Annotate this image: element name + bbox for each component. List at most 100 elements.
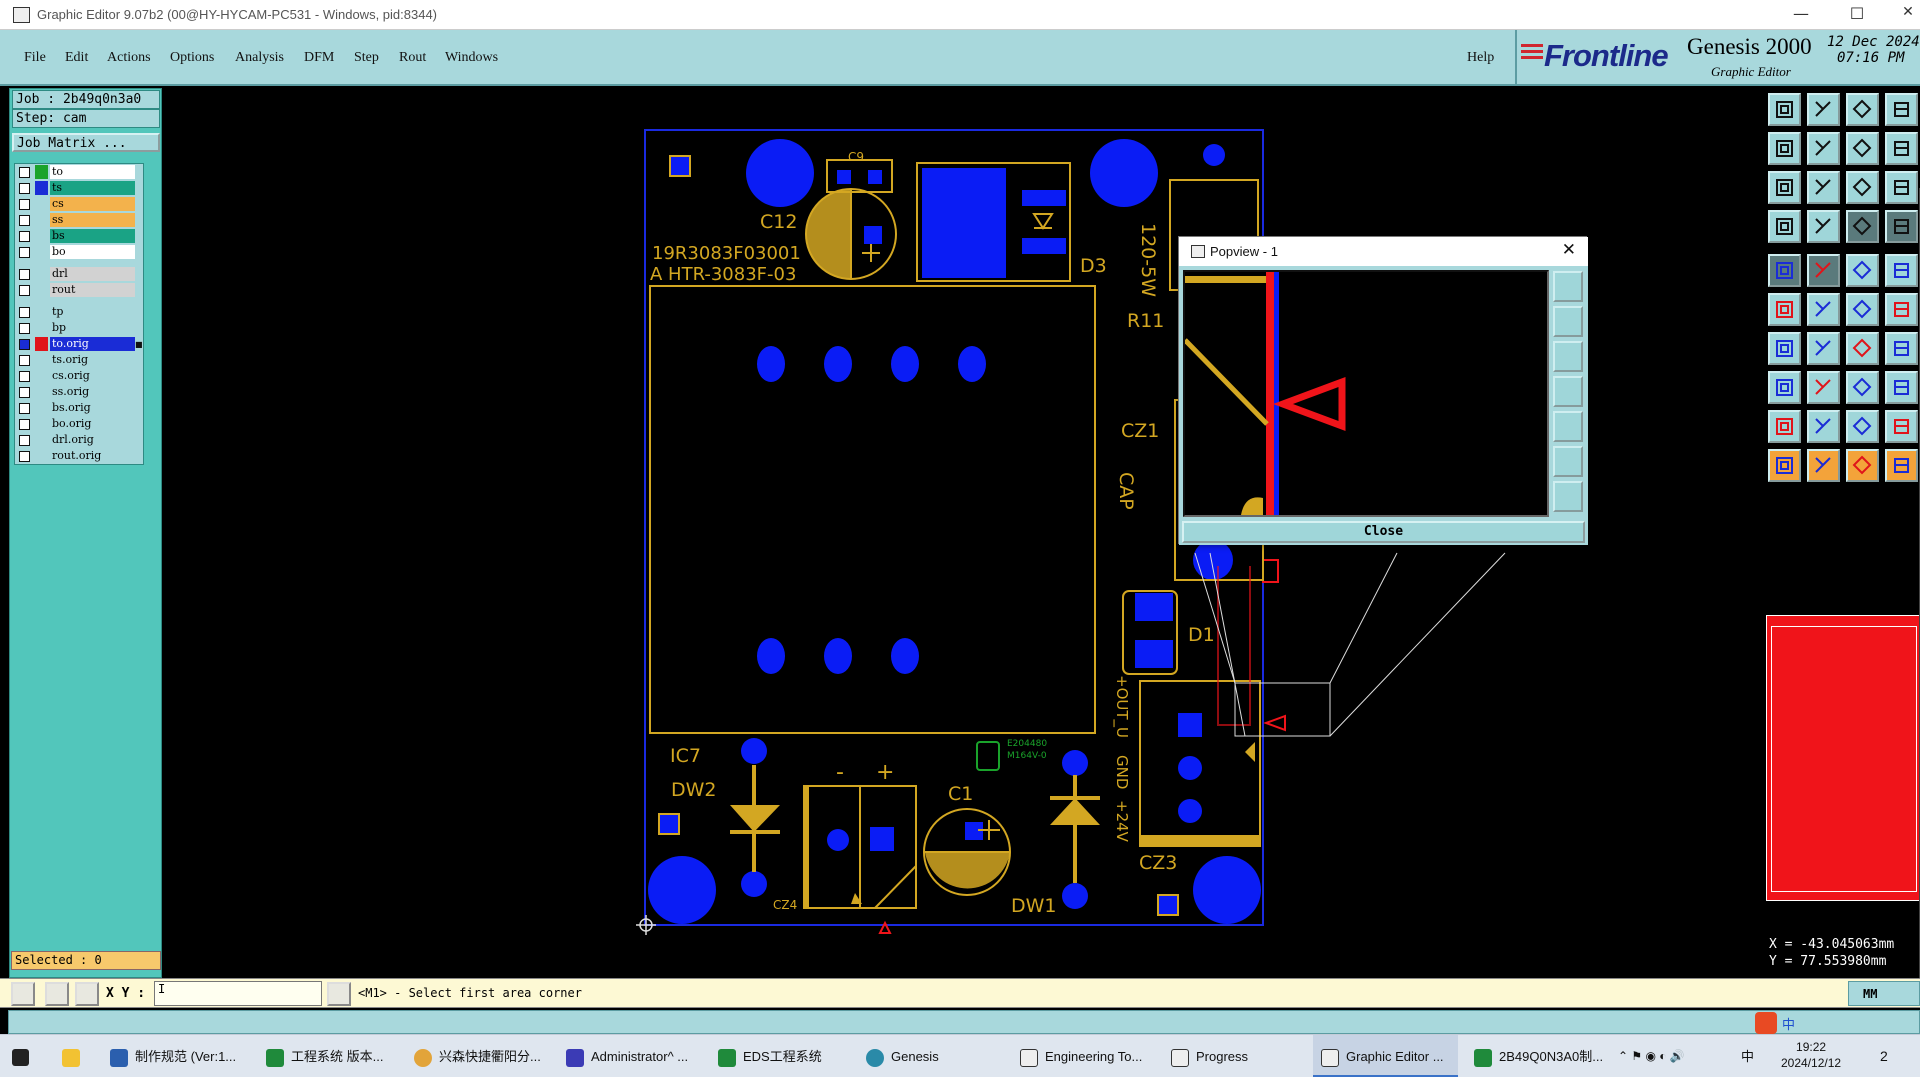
layer-checkbox[interactable]: [19, 183, 30, 194]
rotate-icon[interactable]: [1846, 293, 1879, 326]
layer-name[interactable]: rout.orig: [50, 449, 135, 463]
layer-color-swatch[interactable]: [35, 305, 48, 319]
center-icon[interactable]: [1807, 171, 1840, 204]
fit-icon[interactable]: [1768, 171, 1801, 204]
layer-color-swatch[interactable]: [35, 229, 48, 243]
xy-input[interactable]: I: [154, 981, 322, 1006]
layer-color-swatch[interactable]: [35, 401, 48, 415]
add-text-icon[interactable]: [1885, 410, 1918, 443]
taskbar-item[interactable]: Administrator^ ...: [566, 1035, 688, 1077]
feature-icon[interactable]: [1885, 332, 1918, 365]
redo-icon[interactable]: [1807, 132, 1840, 165]
layer-checkbox[interactable]: [19, 387, 30, 398]
tray-icons[interactable]: ⌃ ⚑ ◉ ◐ 🔊: [1618, 1035, 1685, 1077]
layer-color-swatch[interactable]: [35, 321, 48, 335]
taskbar-item[interactable]: EDS工程系统: [718, 1035, 822, 1077]
taskbar-item[interactable]: Genesis: [866, 1035, 939, 1077]
mode-select-icon[interactable]: [11, 982, 35, 1006]
layer-color-swatch[interactable]: [35, 433, 48, 447]
add-arc-icon[interactable]: [1807, 410, 1840, 443]
mode-measure-icon[interactable]: [45, 982, 69, 1006]
layer-checkbox[interactable]: [19, 269, 30, 280]
minimize-button[interactable]: —: [1781, 4, 1821, 23]
pointer-alt2-icon[interactable]: [1846, 449, 1879, 482]
layer-checkbox[interactable]: [19, 323, 30, 334]
taskbar-item[interactable]: Progress: [1171, 1035, 1248, 1077]
layer-row[interactable]: rout.orig: [15, 448, 143, 464]
tray-ime[interactable]: 中: [1741, 1035, 1754, 1077]
layer-name[interactable]: ts.orig: [50, 353, 135, 367]
layer-row[interactable]: cs: [15, 196, 143, 212]
square-icon[interactable]: [1885, 254, 1918, 287]
edit-line-icon[interactable]: [1768, 332, 1801, 365]
home-icon[interactable]: [1846, 93, 1879, 126]
taskbar-item-active[interactable]: Graphic Editor ...: [1313, 1035, 1458, 1077]
overview-window[interactable]: [1766, 615, 1920, 901]
layer-name[interactable]: ts: [50, 181, 135, 195]
layer-checkbox[interactable]: [19, 339, 30, 350]
layer-checkbox[interactable]: [19, 403, 30, 414]
add-poly-icon[interactable]: [1846, 410, 1879, 443]
connect-icon[interactable]: [1885, 293, 1918, 326]
popview-prev-view-icon[interactable]: [1553, 376, 1583, 407]
layer-checkbox[interactable]: [19, 247, 30, 258]
popview-zoom-out-icon[interactable]: [1553, 341, 1583, 372]
layer-row[interactable]: drl: [15, 266, 143, 282]
close-window-button[interactable]: ✕: [1888, 4, 1920, 20]
layer-row[interactable]: bp: [15, 320, 143, 336]
layer-color-swatch[interactable]: [35, 385, 48, 399]
layer-checkbox[interactable]: [19, 215, 30, 226]
popview-fit-icon[interactable]: [1553, 446, 1583, 477]
popview-pan-icon[interactable]: [1553, 271, 1583, 302]
popview-close-icon[interactable]: ✕: [1562, 240, 1576, 260]
window-icon[interactable]: [1885, 93, 1918, 126]
layer-row[interactable]: tp: [15, 304, 143, 320]
layer-row[interactable]: to: [15, 164, 143, 180]
menu-step[interactable]: Step: [354, 50, 379, 66]
layer-color-swatch[interactable]: [35, 181, 48, 195]
add-line-icon[interactable]: [1768, 410, 1801, 443]
undo-icon[interactable]: [1768, 132, 1801, 165]
add-pad-icon[interactable]: [1768, 293, 1801, 326]
layer-row[interactable]: ss: [15, 212, 143, 228]
layer-checkbox[interactable]: [19, 231, 30, 242]
layer-name[interactable]: to.orig: [50, 337, 135, 351]
pointer-alt-icon[interactable]: [1807, 449, 1840, 482]
grid-icon[interactable]: [75, 982, 99, 1006]
select-box-icon[interactable]: [1885, 371, 1918, 404]
slice-icon[interactable]: [1807, 332, 1840, 365]
layer-color-swatch[interactable]: [35, 267, 48, 281]
layer-name[interactable]: bp: [50, 321, 135, 335]
layer-row[interactable]: ss.orig: [15, 384, 143, 400]
layer-color-swatch[interactable]: [35, 337, 48, 351]
layer-checkbox[interactable]: [19, 167, 30, 178]
layer-row[interactable]: ts.orig: [15, 352, 143, 368]
layer-checkbox[interactable]: [19, 419, 30, 430]
input-info-icon[interactable]: [327, 982, 351, 1006]
ime-lang-icon[interactable]: 中: [1782, 1014, 1795, 1033]
popview-close-button[interactable]: Close: [1182, 521, 1585, 543]
layer-checkbox[interactable]: [19, 371, 30, 382]
taskbar-item[interactable]: 2B49Q0N3A0制...: [1474, 1035, 1603, 1077]
layer-name[interactable]: to: [50, 165, 135, 179]
layer-row[interactable]: ts: [15, 180, 143, 196]
job-matrix-button[interactable]: Job Matrix ...: [12, 133, 160, 152]
layer-row[interactable]: bs: [15, 228, 143, 244]
layer-icon[interactable]: [1807, 254, 1840, 287]
layer-checkbox[interactable]: [19, 435, 30, 446]
layer-name[interactable]: bs: [50, 229, 135, 243]
menu-dfm[interactable]: DFM: [304, 50, 334, 66]
layer-name[interactable]: cs.orig: [50, 369, 135, 383]
maximize-button[interactable]: ☐: [1837, 4, 1877, 23]
menu-rout[interactable]: Rout: [399, 50, 426, 66]
snap-alt-icon[interactable]: [1885, 210, 1918, 243]
frame-icon[interactable]: [1885, 132, 1918, 165]
resize-icon[interactable]: [1846, 371, 1879, 404]
layer-checkbox[interactable]: [19, 451, 30, 462]
layer-color-swatch[interactable]: [35, 213, 48, 227]
menu-edit[interactable]: Edit: [65, 50, 88, 66]
layer-row[interactable]: bo: [15, 244, 143, 260]
one-to-one-icon[interactable]: [1846, 171, 1879, 204]
zoom-in-icon[interactable]: [1807, 93, 1840, 126]
menu-help[interactable]: Help: [1467, 50, 1494, 66]
